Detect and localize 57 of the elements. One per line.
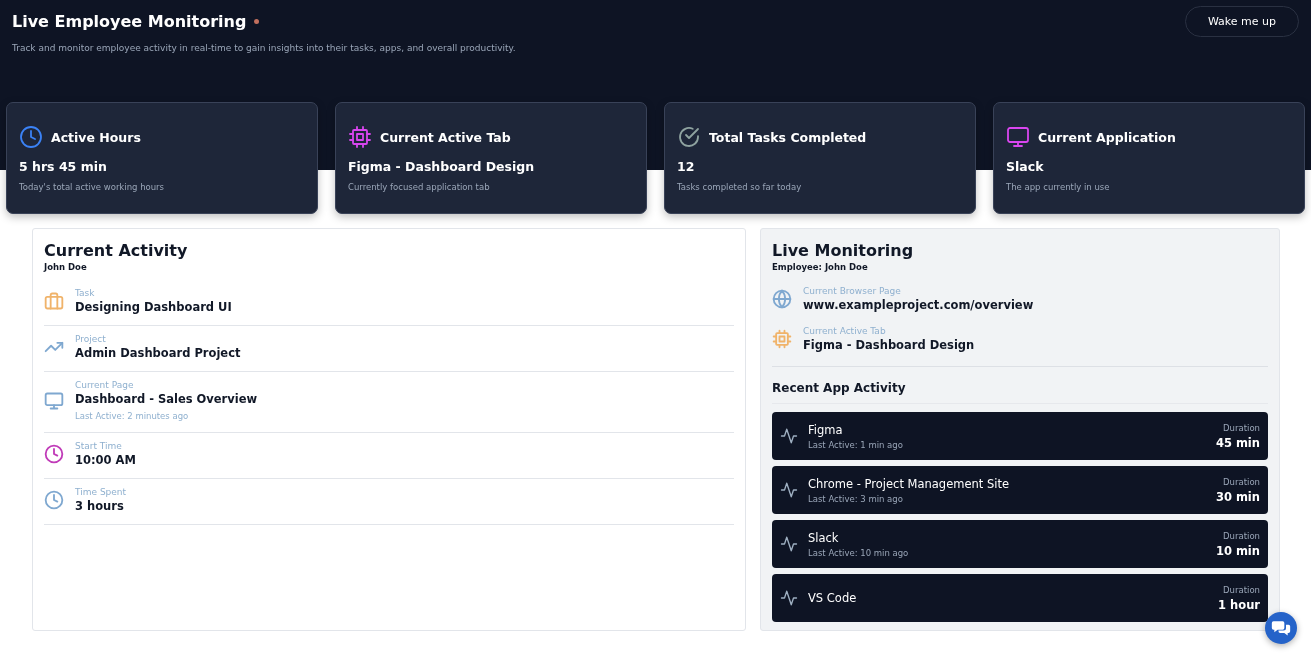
- card-caption: Currently focused application tab: [348, 182, 491, 192]
- duration-value: 45 min: [1215, 435, 1260, 450]
- activity-pulse-icon: [780, 427, 798, 445]
- card-caption: Today's total active working hours: [19, 182, 166, 192]
- card-title: Current Application: [1038, 129, 1176, 145]
- card-title: Total Tasks Completed: [709, 129, 867, 145]
- field-value: Figma - Dashboard Design: [803, 338, 975, 352]
- card-value: 12: [677, 159, 696, 174]
- app-name: Slack: [808, 530, 840, 545]
- app-name: Figma: [808, 422, 844, 437]
- app-name: Chrome - Project Management Site: [808, 476, 1011, 491]
- card-title: Current Active Tab: [380, 129, 511, 145]
- app-name: VS Code: [808, 591, 858, 605]
- page-title: Live Employee Monitoring: [12, 12, 247, 31]
- panel-title: Live Monitoring: [772, 241, 915, 260]
- wake-button[interactable]: Wake me up: [1184, 6, 1299, 37]
- last-active-text: Last Active: 1 min ago: [808, 439, 904, 450]
- field-label: Start Time: [75, 441, 123, 451]
- duration-label: Duration: [1222, 584, 1260, 595]
- field-value: Dashboard - Sales Overview: [75, 392, 258, 406]
- field-value: Designing Dashboard UI: [75, 300, 232, 314]
- employee-name: Employee: John Doe: [772, 262, 869, 272]
- field-value: 10:00 AM: [75, 453, 136, 467]
- card-title: Active Hours: [51, 129, 141, 145]
- last-active-text: Last Active: 10 min ago: [808, 547, 910, 558]
- duration-label: Duration: [1222, 476, 1260, 487]
- card-value: Figma - Dashboard Design: [348, 159, 536, 174]
- card-value: 5 hrs 45 min: [19, 159, 108, 174]
- duration-value: 1 hour: [1218, 597, 1260, 612]
- duration-value: 30 min: [1215, 489, 1260, 504]
- field-value: www.exampleproject.com/overview: [803, 298, 1034, 312]
- status-dot-icon: [254, 19, 260, 24]
- card-caption: Tasks completed so far today: [677, 182, 803, 192]
- last-active-text: Last Active: 2 minutes ago: [75, 411, 190, 421]
- employee-name: John Doe: [44, 262, 88, 272]
- field-label: Current Active Tab: [803, 326, 887, 336]
- activity-pulse-icon: [780, 481, 798, 499]
- duration-value: 10 min: [1215, 543, 1260, 558]
- panel-title: Current Activity: [44, 241, 189, 260]
- card-value: Slack: [1006, 159, 1045, 174]
- field-label: Project: [75, 334, 107, 344]
- field-label: Task: [75, 288, 96, 298]
- activity-pulse-icon: [780, 535, 798, 553]
- page-subtitle: Track and monitor employee activity in real-time to gain insights into their tasks, apps, and overall productivity.: [12, 43, 517, 53]
- duration-label: Duration: [1222, 530, 1260, 541]
- field-label: Time Spent: [75, 487, 127, 497]
- card-caption: The app currently in use: [1006, 182, 1111, 192]
- field-label: Current Page: [75, 380, 135, 390]
- chat-bubbles-icon: [1271, 618, 1291, 638]
- duration-label: Duration: [1222, 422, 1260, 433]
- section-heading: Recent App Activity: [772, 366, 1268, 403]
- chat-button[interactable]: [1265, 612, 1297, 644]
- field-value: Admin Dashboard Project: [75, 346, 241, 360]
- field-label: Current Browser Page: [803, 286, 902, 296]
- field-value: 3 hours: [75, 499, 125, 513]
- activity-pulse-icon: [780, 589, 798, 607]
- last-active-text: Last Active: 3 min ago: [808, 493, 904, 504]
